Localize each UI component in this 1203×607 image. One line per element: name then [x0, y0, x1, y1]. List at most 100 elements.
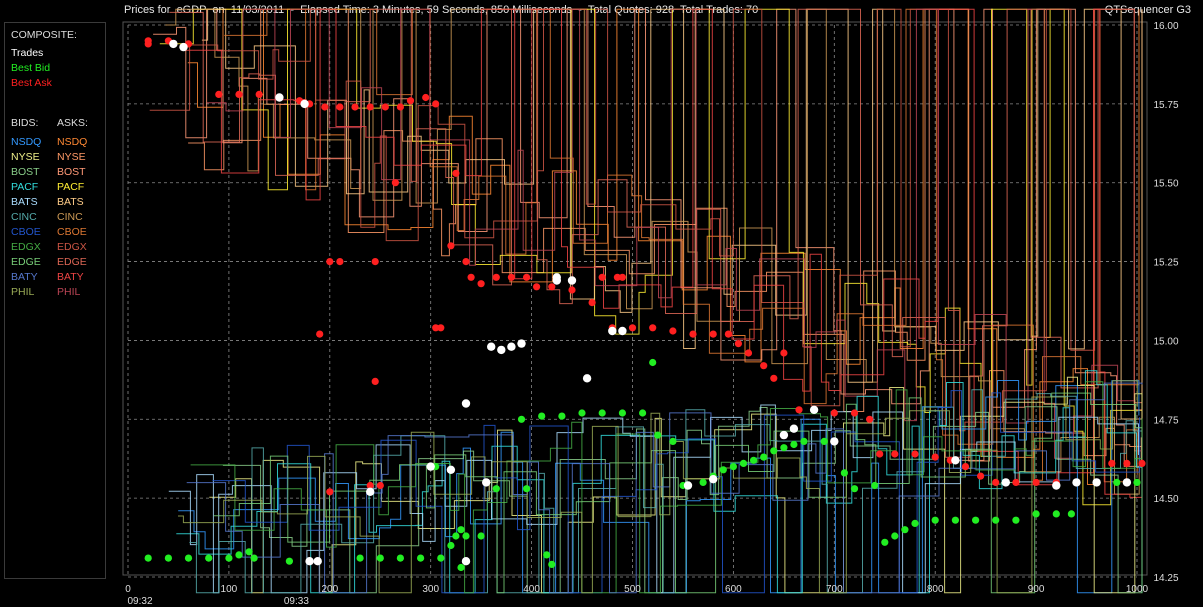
best-ask-point [1012, 478, 1020, 486]
trades-point [608, 326, 617, 336]
best-bid-point [1012, 516, 1020, 524]
trades-point [951, 456, 960, 465]
best-ask-point [709, 330, 717, 338]
best-bid-point [760, 453, 768, 461]
x-tick-label: 500 [624, 584, 641, 595]
best-ask-point [381, 103, 389, 111]
trades-point [552, 276, 561, 285]
best-ask-point [568, 286, 576, 294]
best-bid-point [891, 532, 899, 540]
best-ask-point [876, 450, 884, 458]
best-bid-point [235, 551, 243, 559]
exchange-step-line [222, 406, 1143, 594]
trades-point [446, 465, 456, 474]
best-ask-point [548, 283, 556, 291]
best-bid-point [840, 469, 849, 477]
best-ask-point [911, 450, 919, 458]
exchange-quote-lines [149, 8, 1143, 594]
best-ask-point [649, 324, 657, 332]
best-ask-point [462, 258, 470, 266]
best-bid-point [770, 447, 778, 455]
best-bid-point [1067, 510, 1075, 518]
best-bid-point [598, 409, 606, 417]
best-ask-point [452, 169, 460, 177]
best-ask-point [255, 90, 263, 98]
best-bid-point [447, 541, 455, 550]
time-label: 09:32 [127, 596, 152, 607]
best-bid-point [820, 437, 828, 445]
x-tick-label: 900 [1028, 584, 1045, 595]
best-ask-point [533, 283, 541, 291]
best-ask-point [1123, 459, 1131, 467]
best-ask-point [770, 374, 778, 382]
best-ask-point [866, 415, 874, 423]
best-ask-point [734, 340, 743, 348]
best-bid-point [477, 532, 485, 540]
best-ask-point [780, 349, 788, 357]
best-bid-point [396, 554, 404, 562]
trades-point [179, 42, 188, 52]
best-ask-point [628, 324, 637, 332]
best-ask-point [992, 478, 1000, 486]
best-bid-point [558, 412, 566, 420]
best-bid-point [699, 478, 707, 486]
y-tick-label: 15.50 [1153, 179, 1178, 190]
best-ask-point [422, 93, 430, 102]
best-ask-point [760, 362, 768, 370]
trades-point [1122, 478, 1132, 487]
best-ask-point [588, 299, 596, 307]
best-bid-point [729, 463, 738, 471]
best-ask-point [669, 327, 677, 335]
best-bid-point [164, 554, 172, 562]
axes: 14.25 14.50 14.75 15.00 15.25 15.50 15.75 16.00… [125, 21, 1179, 607]
best-bid-point [911, 519, 919, 528]
trades-point [567, 276, 577, 285]
best-ask-point [689, 330, 697, 338]
best-bid-point [850, 485, 859, 493]
trades-point [809, 405, 819, 414]
best-bid-point [437, 554, 445, 562]
best-ask-point [406, 97, 415, 105]
best-ask-point [931, 453, 939, 461]
x-tick-label: 300 [422, 584, 439, 595]
best-bid-point [739, 459, 748, 467]
best-ask-point [432, 100, 440, 108]
trades-point [683, 481, 693, 490]
best-bid-point [356, 554, 364, 562]
best-bid-point [1113, 478, 1121, 486]
y-tick-label: 14.25 [1153, 573, 1178, 584]
best-bid-point [951, 516, 960, 524]
trades-point [426, 462, 435, 471]
best-ask-point [744, 349, 753, 357]
best-bid-point [790, 440, 798, 449]
trades-point [1001, 478, 1010, 487]
best-bid-point [457, 563, 465, 572]
trades-point [1092, 478, 1101, 487]
best-ask-point [850, 409, 859, 417]
best-ask-point [432, 324, 440, 332]
best-ask-point [326, 258, 334, 266]
x-tick-label: 200 [321, 584, 338, 595]
best-bid-point [523, 485, 531, 493]
x-tick-label: 700 [826, 584, 843, 595]
best-bid-point [457, 526, 465, 534]
y-tick-label: 14.50 [1153, 494, 1178, 505]
best-bid-point [538, 412, 546, 420]
best-bid-point [492, 485, 500, 493]
trades-point [300, 99, 309, 109]
best-ask-point [316, 330, 324, 338]
trades-point [582, 374, 592, 383]
trades-point [517, 339, 526, 348]
best-ask-point [321, 103, 329, 111]
time-label: 09:33 [284, 596, 309, 607]
best-ask-point [144, 40, 152, 48]
price-chart: 14.25 14.50 14.75 15.00 15.25 15.50 15.75 16.00… [122, 8, 1179, 607]
best-bid-point [618, 409, 627, 417]
best-ask-point [1108, 459, 1116, 467]
best-bid-point [639, 409, 647, 417]
best-bid-point [750, 456, 758, 464]
best-ask-point [336, 258, 344, 266]
exchange-step-line [207, 8, 1143, 459]
best-bid-point [1133, 478, 1141, 486]
best-ask-point [467, 273, 475, 281]
